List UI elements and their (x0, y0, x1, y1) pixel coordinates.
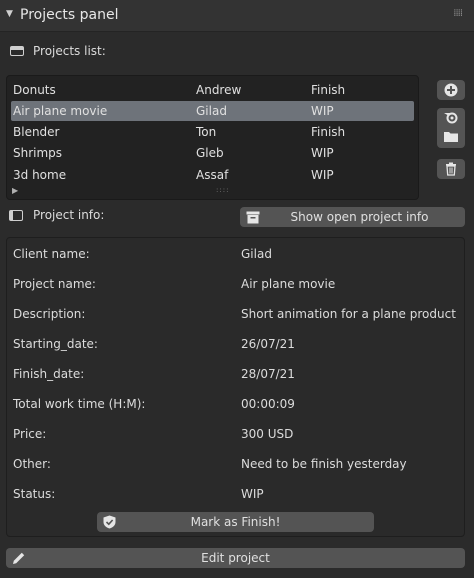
list-item-selected[interactable]: Air plane movie Gilad WIP (11, 101, 414, 121)
projects-list-label: Projects list: (33, 44, 106, 58)
add-project-button[interactable] (437, 80, 465, 100)
info-value: 300 USD (241, 427, 294, 441)
list-window-icon (10, 46, 24, 56)
info-row: Other: Need to be finish yesterday (13, 454, 461, 476)
project-client: Ton (196, 125, 217, 139)
edit-project-button[interactable]: Edit project (6, 548, 465, 568)
info-key: Other: (13, 457, 51, 471)
info-key: Status: (13, 487, 56, 501)
info-row: Finish_date: 28/07/21 (13, 364, 461, 386)
project-status: Finish (311, 83, 346, 97)
project-client: Andrew (196, 83, 242, 97)
project-name: Air plane movie (13, 104, 108, 118)
archive-icon (246, 210, 260, 230)
folder-icon (444, 132, 458, 142)
project-info-label: Project info: (33, 208, 105, 222)
project-status: WIP (311, 104, 334, 118)
show-project-info-button[interactable]: Show open project info (240, 207, 465, 227)
project-name: Shrimps (13, 146, 63, 160)
project-name: 3d home (13, 168, 67, 182)
project-client: Gleb (196, 146, 224, 160)
info-value: 00:00:09 (241, 397, 295, 411)
project-name: Donuts (13, 83, 56, 97)
list-item[interactable]: Blender Ton Finish (11, 122, 414, 142)
info-row: Project name: Air plane movie (13, 274, 461, 296)
project-status: Finish (311, 125, 346, 139)
info-key: Project name: (13, 277, 96, 291)
sidebar-window-icon (9, 210, 23, 221)
info-key: Price: (13, 427, 47, 441)
project-client: Gilad (196, 104, 227, 118)
info-value: Need to be finish yesterday (241, 457, 407, 471)
project-name: Blender (13, 125, 60, 139)
collapse-arrow-icon[interactable]: ▼ (6, 9, 13, 19)
info-row: Total work time (H:M): 00:00:09 (13, 394, 461, 416)
panel-title: Projects panel (20, 7, 119, 23)
edit-project-label: Edit project (201, 551, 270, 565)
info-row: Description: Short animation for a plane… (13, 304, 461, 326)
info-key: Starting_date: (13, 337, 98, 351)
delete-project-button[interactable] (437, 159, 465, 179)
info-value: 26/07/21 (241, 337, 295, 351)
list-item[interactable]: 3d home Assaf WIP (11, 165, 414, 185)
project-status: WIP (311, 146, 334, 160)
info-value: WIP (241, 487, 264, 501)
open-folder-button[interactable] (443, 130, 459, 146)
info-row: Starting_date: 26/07/21 (13, 334, 461, 356)
blender-logo-icon (444, 112, 458, 124)
plus-circle-icon (444, 83, 458, 97)
list-resize-grip-icon[interactable]: :::: (216, 186, 229, 194)
project-actions-group (437, 108, 465, 148)
panel-header[interactable]: ▼ Projects panel ⁞⁞⁞⁞ (0, 0, 474, 32)
list-item[interactable]: Donuts Andrew Finish (11, 80, 414, 100)
info-value: Gilad (241, 247, 272, 261)
list-expand-arrow-icon[interactable]: ▶ (12, 186, 18, 195)
info-key: Description: (13, 307, 86, 321)
pencil-icon (12, 551, 26, 571)
info-row: Status: WIP (13, 484, 461, 506)
info-value: 28/07/21 (241, 367, 295, 381)
projects-list[interactable]: Donuts Andrew Finish Air plane movie Gil… (6, 75, 419, 200)
project-status: WIP (311, 168, 334, 182)
drag-grip-icon[interactable]: ⁞⁞⁞⁞ (453, 8, 463, 19)
trash-icon (446, 162, 456, 176)
info-key: Total work time (H:M): (13, 397, 146, 411)
project-client: Assaf (196, 168, 229, 182)
info-key: Finish_date: (13, 367, 85, 381)
info-value: Short animation for a plane product (241, 307, 456, 321)
shield-check-icon (103, 515, 116, 535)
mark-as-finish-button[interactable]: Mark as Finish! (97, 512, 374, 532)
info-row: Client name: Gilad (13, 244, 461, 266)
mark-as-finish-label: Mark as Finish! (190, 515, 281, 529)
info-row: Price: 300 USD (13, 424, 461, 446)
project-info-panel: Client name: Gilad Project name: Air pla… (6, 237, 465, 537)
info-value: Air plane movie (241, 277, 336, 291)
open-in-blender-button[interactable] (443, 110, 459, 127)
info-key: Client name: (13, 247, 90, 261)
list-item[interactable]: Shrimps Gleb WIP (11, 143, 414, 163)
show-project-info-label: Show open project info (290, 210, 429, 224)
